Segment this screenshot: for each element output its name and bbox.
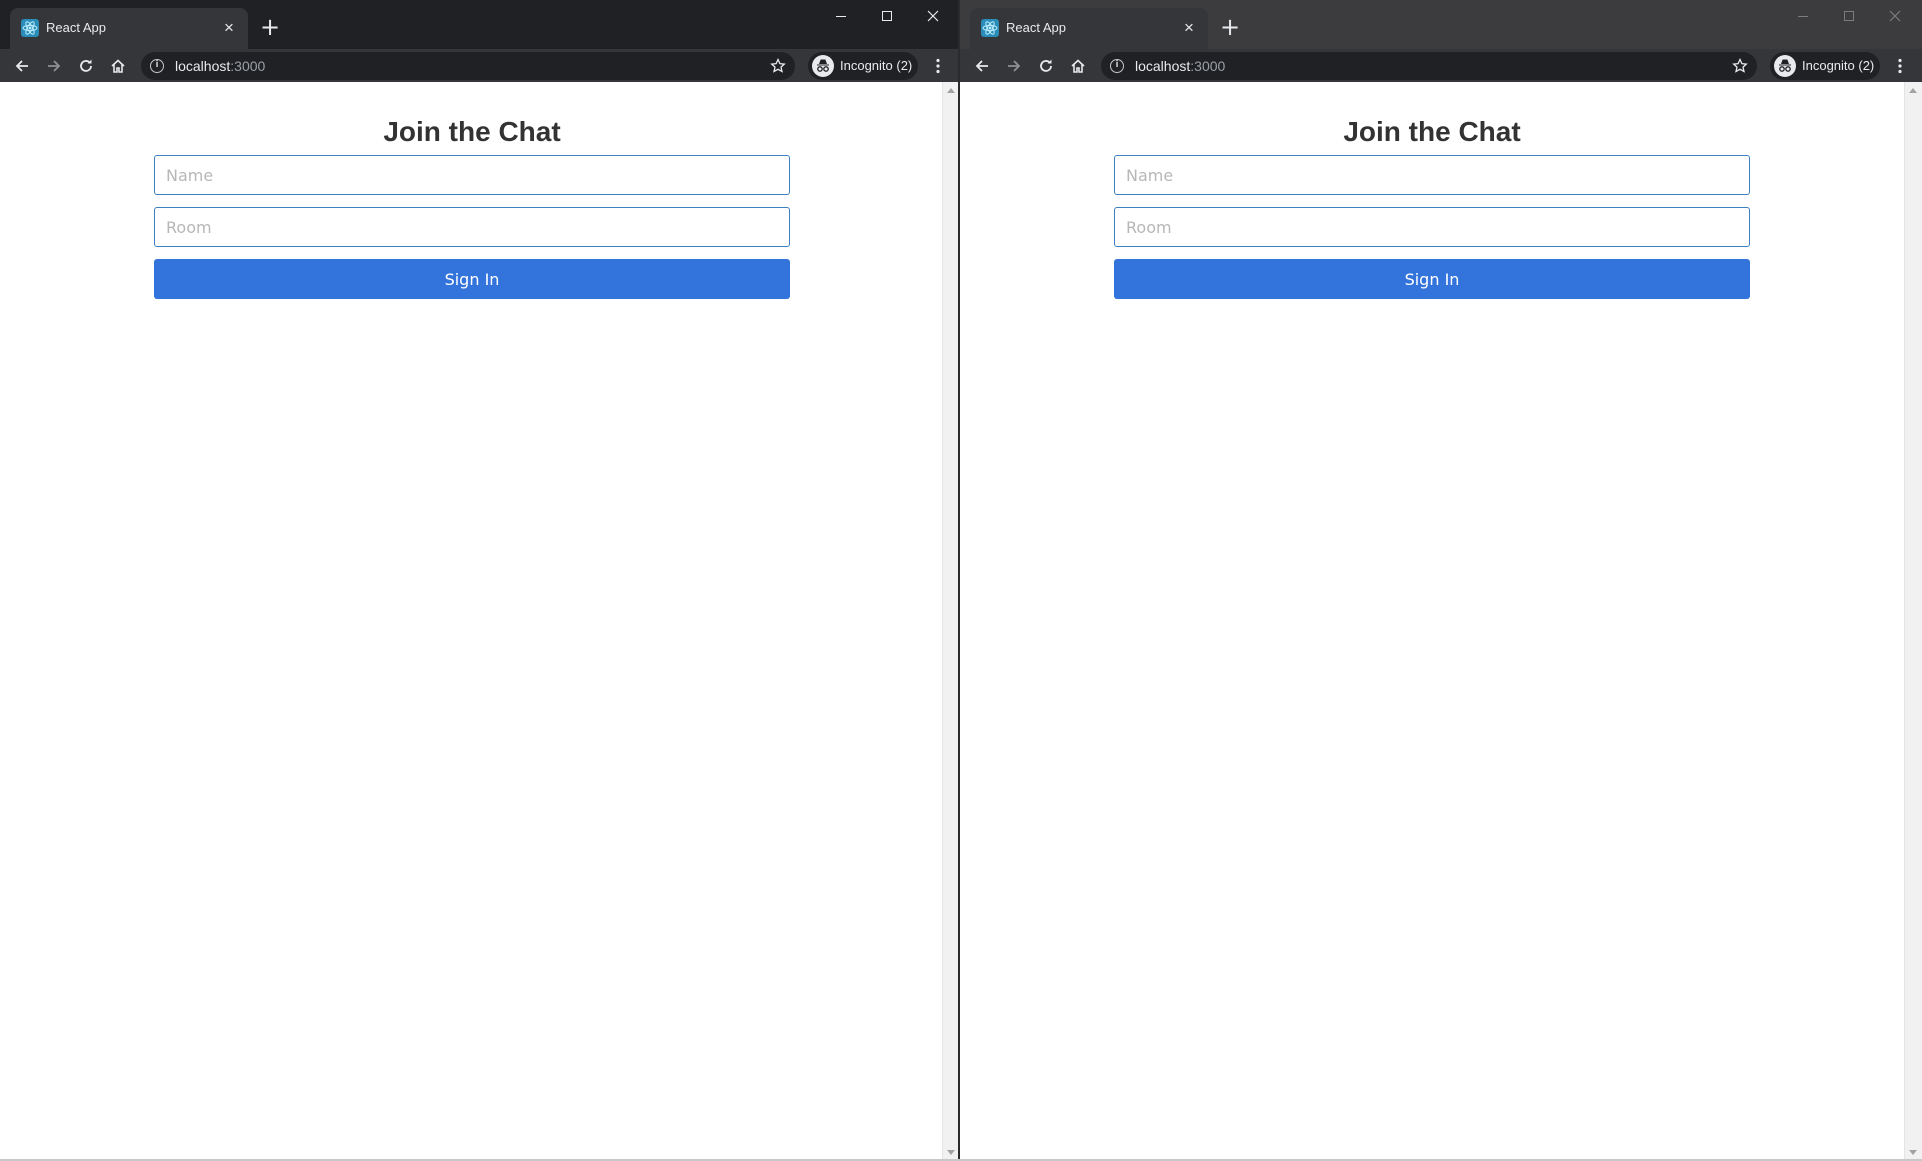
minimize-button[interactable] (818, 0, 864, 31)
tab-title: React App (46, 20, 106, 35)
minimize-button[interactable] (1780, 0, 1826, 31)
scroll-down-arrow-icon[interactable] (947, 1150, 955, 1155)
page-title: Join the Chat (383, 116, 561, 147)
incognito-icon (812, 55, 834, 77)
incognito-badge[interactable]: Incognito (2) (808, 52, 918, 80)
room-input[interactable] (1114, 207, 1750, 247)
back-button[interactable] (8, 52, 36, 80)
browser-menu-button[interactable] (928, 52, 948, 80)
browser-window-right: React App × + i localhost:3000 Incognito… (960, 0, 1922, 1161)
close-icon (927, 10, 939, 21)
close-window-button[interactable] (1872, 0, 1918, 31)
incognito-badge[interactable]: Incognito (2) (1770, 52, 1880, 80)
page-content: Join the Chat Sign In (960, 82, 1904, 1161)
page-title: Join the Chat (1343, 116, 1521, 147)
info-icon[interactable]: i (1110, 59, 1124, 73)
minimize-icon (836, 15, 846, 17)
incognito-label: Incognito (2) (1802, 58, 1875, 73)
join-form: Join the Chat Sign In (1114, 110, 1750, 299)
address-bar[interactable]: i localhost:3000 (141, 52, 795, 80)
home-button[interactable] (104, 52, 132, 80)
maximize-button[interactable] (864, 0, 910, 31)
incognito-label: Incognito (2) (840, 58, 913, 73)
tab-close-icon[interactable]: × (218, 17, 240, 39)
forward-arrow-icon (1008, 60, 1021, 72)
more-vert-icon (936, 58, 940, 74)
bookmark-star-icon[interactable] (1731, 57, 1749, 75)
incognito-icon (1774, 55, 1796, 77)
bookmark-star-icon[interactable] (769, 57, 787, 75)
home-icon (111, 59, 125, 73)
close-icon (1889, 10, 1901, 21)
close-window-button[interactable] (910, 0, 956, 31)
room-input[interactable] (154, 207, 790, 247)
url-text[interactable]: localhost:3000 (175, 58, 265, 74)
info-icon[interactable]: i (150, 59, 164, 73)
forward-button[interactable] (1000, 52, 1028, 80)
browser-window-left: React App × + i localhost:3000 Incognito… (0, 0, 960, 1161)
join-form: Join the Chat Sign In (154, 110, 790, 299)
browser-menu-button[interactable] (1890, 52, 1910, 80)
home-button[interactable] (1064, 52, 1092, 80)
reload-icon (1040, 59, 1052, 72)
tab-close-icon[interactable]: × (1178, 17, 1200, 39)
home-icon (1071, 59, 1085, 73)
forward-arrow-icon (48, 60, 61, 72)
react-icon (981, 19, 999, 37)
more-vert-icon (1898, 58, 1902, 74)
tab-strip: React App × + (960, 0, 1922, 49)
name-input[interactable] (154, 155, 790, 195)
browser-tab[interactable]: React App × (970, 8, 1208, 49)
reload-icon (80, 59, 92, 72)
scroll-up-arrow-icon[interactable] (1909, 88, 1917, 93)
address-bar[interactable]: i localhost:3000 (1101, 52, 1757, 80)
sign-in-button[interactable]: Sign In (1114, 259, 1750, 299)
forward-button[interactable] (40, 52, 68, 80)
maximize-icon (882, 10, 892, 21)
new-tab-button[interactable]: + (256, 13, 284, 41)
scroll-down-arrow-icon[interactable] (1909, 1150, 1917, 1155)
name-input[interactable] (1114, 155, 1750, 195)
new-tab-button[interactable]: + (1216, 13, 1244, 41)
browser-toolbar: i localhost:3000 Incognito (2) (960, 49, 1922, 82)
vertical-scrollbar[interactable] (1904, 82, 1922, 1161)
reload-button[interactable] (72, 52, 100, 80)
reload-button[interactable] (1032, 52, 1060, 80)
back-arrow-icon (15, 60, 28, 72)
minimize-icon (1798, 15, 1808, 17)
page-content: Join the Chat Sign In (0, 82, 942, 1161)
scroll-up-arrow-icon[interactable] (947, 88, 955, 93)
tab-title: React App (1006, 20, 1066, 35)
sign-in-button[interactable]: Sign In (154, 259, 790, 299)
url-text[interactable]: localhost:3000 (1135, 58, 1225, 74)
back-button[interactable] (968, 52, 996, 80)
browser-toolbar: i localhost:3000 Incognito (2) (0, 49, 960, 82)
back-arrow-icon (975, 60, 988, 72)
tab-strip: React App × + (0, 0, 960, 49)
browser-tab[interactable]: React App × (10, 8, 248, 49)
maximize-icon (1844, 10, 1854, 21)
react-icon (21, 19, 39, 37)
maximize-button[interactable] (1826, 0, 1872, 31)
